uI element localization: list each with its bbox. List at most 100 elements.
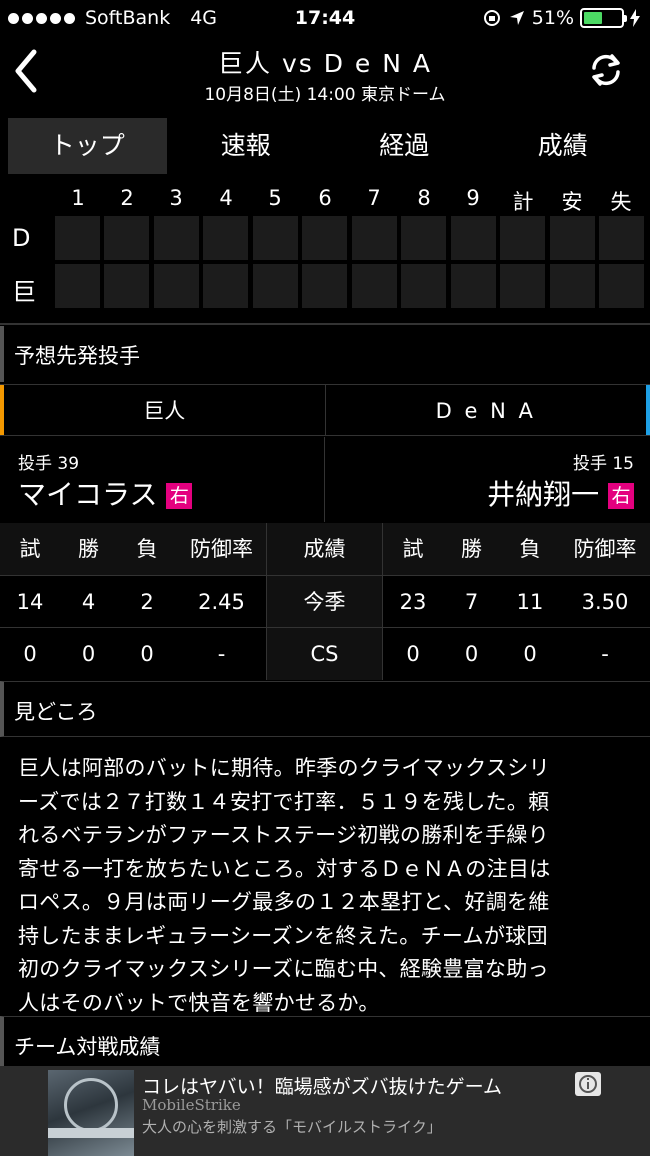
table-cell: 0 bbox=[140, 642, 154, 666]
column-header: 成績 bbox=[266, 523, 383, 575]
table-cell: 2.45 bbox=[198, 590, 245, 614]
charging-icon bbox=[630, 9, 640, 27]
hits-header: 安 bbox=[561, 190, 583, 214]
column-header: 勝 bbox=[78, 537, 99, 561]
column-header: 勝 bbox=[461, 537, 482, 561]
throwing-hand-badge: 右 bbox=[166, 483, 193, 509]
scoreboard: 1 2 3 4 5 6 7 8 9 計 安 失 D 巨 bbox=[0, 178, 650, 314]
table-row: 0 0 0 - CS 0 0 0 - bbox=[0, 627, 650, 680]
section-title: 予想先発投手 bbox=[14, 344, 140, 368]
pitcher-name-row: 井納翔一 右 bbox=[487, 473, 634, 513]
pitcher-name-row: マイコラス 右 bbox=[18, 473, 193, 513]
throwing-hand-badge: 右 bbox=[608, 483, 634, 509]
refresh-button[interactable] bbox=[586, 50, 626, 90]
score-cell bbox=[451, 264, 496, 308]
game-info: 10月8日(土) 14:00 東京ドーム bbox=[204, 85, 446, 105]
battery-icon bbox=[580, 8, 627, 28]
rotation-lock-icon bbox=[483, 10, 500, 26]
inning-header: 9 bbox=[466, 186, 480, 210]
table-cell: - bbox=[217, 642, 226, 666]
column-header: 防御率 bbox=[573, 537, 637, 561]
column-header: 試 bbox=[19, 537, 41, 561]
score-cell bbox=[500, 216, 545, 260]
page-title: 巨人 vs D e N A bbox=[218, 49, 432, 78]
text-line: 巨人は阿部のバットに期待。昨季のクライマックスシリ bbox=[18, 756, 550, 780]
home-team-name: 巨人 bbox=[0, 385, 326, 435]
tab-progress[interactable]: 経過 bbox=[325, 118, 484, 174]
home-pitcher[interactable]: 投手 39 マイコラス 右 bbox=[0, 437, 325, 522]
inning-header: 8 bbox=[417, 186, 431, 210]
text-line: れるベテランがファーストステージ初戦の勝利を手繰り bbox=[18, 823, 550, 847]
inning-header: 3 bbox=[169, 186, 183, 210]
score-cell bbox=[55, 216, 100, 260]
text-line: ロペス。９月は両リーグ最多の１２本塁打と、好調を維 bbox=[18, 890, 550, 914]
text-line: 持したままレギュラーシーズンを終えた。チームが球団 bbox=[18, 923, 548, 948]
table-cell: 4 bbox=[81, 590, 96, 614]
column-header: 負 bbox=[136, 537, 158, 561]
ad-title: コレはヤバい！臨場感がズバ抜けたゲーム bbox=[142, 1076, 503, 1098]
score-cell bbox=[352, 216, 397, 260]
table-cell: 14 bbox=[16, 590, 44, 614]
row-label: 今季 bbox=[266, 576, 383, 628]
inning-header: 7 bbox=[367, 186, 381, 210]
score-cell bbox=[352, 264, 397, 308]
status-bar: SoftBank 4G 17:44 51% bbox=[0, 0, 650, 38]
text-line: ーズでは２７打数１４安打で打率．５１９を残した。頼 bbox=[18, 789, 550, 814]
pitcher-number: 投手 15 bbox=[572, 454, 634, 474]
score-cell bbox=[104, 264, 149, 308]
column-header: 負 bbox=[519, 537, 541, 561]
score-cell bbox=[253, 264, 298, 308]
table-cell: 0 bbox=[464, 642, 479, 666]
tab-bar: トップ 速報 経過 成績 bbox=[8, 118, 642, 174]
nav-header: 巨人 vs D e N A 10月8日(土) 14:00 東京ドーム bbox=[0, 38, 650, 106]
probable-pitchers: 投手 39 マイコラス 右 投手 15 井納翔一 右 bbox=[0, 437, 650, 522]
team-bar: 巨人 D e N A bbox=[0, 384, 650, 436]
table-cell: 0 bbox=[81, 642, 96, 666]
score-cell bbox=[253, 216, 298, 260]
score-cell bbox=[451, 216, 496, 260]
text-line: 人はそのバットで快音を響かせるか。 bbox=[18, 990, 380, 1015]
table-cell: - bbox=[601, 642, 609, 666]
table-cell: 7 bbox=[464, 590, 479, 614]
team-row-label-giants: 巨 bbox=[12, 278, 36, 306]
total-runs-header: 計 bbox=[512, 190, 534, 214]
pitcher-name: マイコラス bbox=[18, 478, 158, 511]
score-cell bbox=[599, 264, 644, 308]
inning-header: 6 bbox=[318, 186, 332, 210]
inning-header: 5 bbox=[268, 186, 282, 210]
table-cell: 23 bbox=[399, 590, 427, 614]
table-cell: 3.50 bbox=[581, 590, 629, 614]
ad-text: 大人の心を刺激する「モバイルストライク」 bbox=[142, 1118, 442, 1136]
table-cell: 2 bbox=[140, 590, 154, 614]
ad-choices-icon bbox=[579, 1075, 597, 1093]
divider bbox=[0, 323, 650, 325]
inning-header: 1 bbox=[71, 186, 85, 210]
team-row-label-dena: D bbox=[12, 224, 31, 252]
score-cell bbox=[104, 216, 149, 260]
section-header-highlights: 見どころ bbox=[0, 681, 650, 737]
tab-live[interactable]: 速報 bbox=[167, 118, 326, 174]
table-cell: 11 bbox=[516, 590, 544, 614]
away-pitcher[interactable]: 投手 15 井納翔一 右 bbox=[326, 437, 650, 522]
row-label: CS bbox=[266, 628, 383, 680]
ad-info-button[interactable] bbox=[575, 1072, 601, 1096]
table-row: 14 4 2 2.45 今季 23 7 11 3.50 bbox=[0, 575, 650, 628]
score-cell bbox=[203, 216, 248, 260]
battery-percent: 51% bbox=[531, 7, 574, 29]
table-cell: 0 bbox=[523, 642, 537, 666]
score-cell bbox=[302, 216, 347, 260]
text-line: 初のクライマックスシリーズに臨む中、経験豊富な助っ bbox=[18, 957, 549, 981]
ad-banner[interactable]: コレはヤバい！臨場感がズバ抜けたゲーム MobileStrike 大人の心を刺激… bbox=[0, 1066, 650, 1156]
tab-top[interactable]: トップ bbox=[8, 118, 167, 174]
errors-header: 失 bbox=[610, 190, 632, 214]
table-cell: 0 bbox=[23, 642, 37, 666]
tab-stats[interactable]: 成績 bbox=[484, 118, 643, 174]
section-header-probable-pitchers: 予想先発投手 bbox=[0, 326, 650, 382]
score-cell bbox=[203, 264, 248, 308]
section-header-team-matchup: チーム対戦成績 bbox=[0, 1016, 650, 1072]
score-cell bbox=[599, 216, 644, 260]
refresh-icon bbox=[592, 54, 620, 86]
table-header-row: 試 勝 負 防御率 成績 試 勝 負 防御率 bbox=[0, 523, 650, 575]
location-arrow-icon bbox=[509, 11, 524, 25]
score-cell bbox=[302, 264, 347, 308]
